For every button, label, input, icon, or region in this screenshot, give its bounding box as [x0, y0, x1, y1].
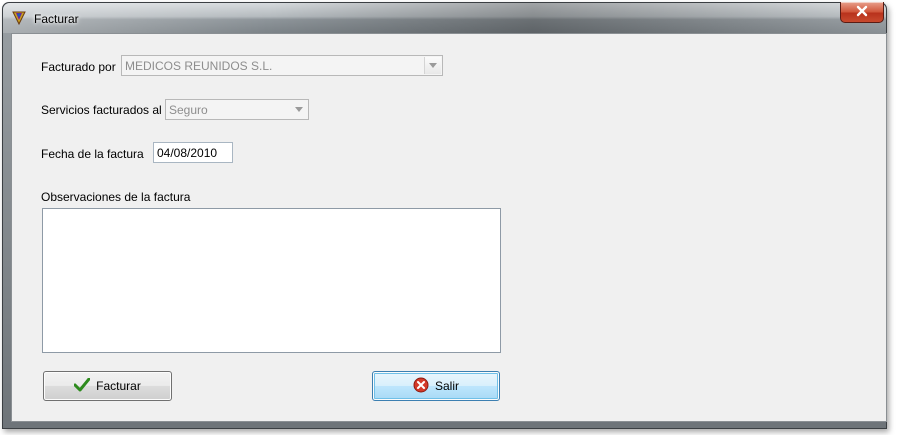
- servicios-facturados-select[interactable]: Seguro: [165, 99, 309, 120]
- title-bar[interactable]: Facturar: [3, 2, 886, 33]
- facturar-dialog: Facturar Facturado por MEDICOS REUNIDOS …: [2, 2, 887, 429]
- close-icon: [855, 5, 869, 20]
- servicios-facturados-label: Servicios facturados al: [41, 103, 162, 117]
- dialog-client-area: Facturado por MEDICOS REUNIDOS S.L. Serv…: [11, 33, 887, 422]
- salir-button[interactable]: Salir: [372, 371, 500, 401]
- servicios-facturados-value: Seguro: [169, 103, 208, 117]
- facturado-por-value: MEDICOS REUNIDOS S.L.: [125, 59, 273, 73]
- observaciones-label: Observaciones de la factura: [41, 190, 191, 204]
- fecha-factura-value: 04/08/2010: [157, 146, 218, 160]
- cancel-icon: [413, 377, 429, 396]
- salir-button-label: Salir: [434, 379, 459, 393]
- window-title: Facturar: [34, 12, 79, 26]
- facturar-button[interactable]: Facturar: [43, 371, 172, 401]
- facturado-por-label: Facturado por: [41, 60, 116, 74]
- observaciones-textarea[interactable]: [42, 208, 501, 353]
- checkmark-icon: [73, 377, 91, 395]
- app-logo-icon: [11, 10, 27, 26]
- fecha-factura-label: Fecha de la factura: [41, 147, 144, 161]
- close-button[interactable]: [840, 2, 884, 23]
- facturar-button-label: Facturar: [96, 379, 141, 393]
- chevron-down-icon[interactable]: [424, 57, 441, 74]
- facturado-por-select[interactable]: MEDICOS REUNIDOS S.L.: [121, 55, 443, 76]
- fecha-factura-input[interactable]: 04/08/2010: [153, 142, 233, 163]
- chevron-down-icon[interactable]: [291, 101, 307, 118]
